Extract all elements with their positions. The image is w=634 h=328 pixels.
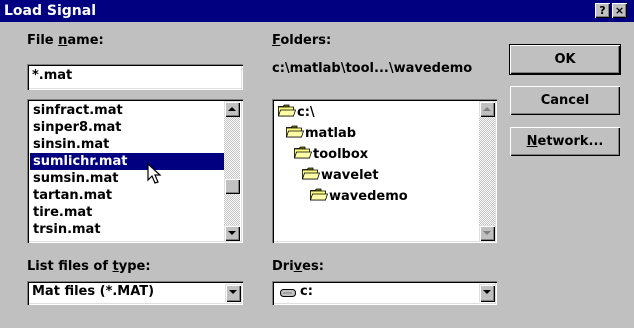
file-type-label: List files of type: — [27, 259, 151, 274]
folders-label: Folders: — [272, 33, 332, 48]
file-type-dropdown-button[interactable] — [225, 284, 241, 302]
folder-name: c:\ — [297, 105, 315, 120]
file-list-item[interactable]: trsin.mat — [30, 221, 225, 238]
cancel-button[interactable]: Cancel — [510, 86, 620, 115]
folder-tree-item[interactable]: wavelet — [301, 167, 379, 185]
scroll-down-button[interactable] — [224, 225, 240, 241]
file-list-item[interactable]: sumsin.mat — [30, 170, 225, 187]
arrow-up-icon — [228, 107, 236, 111]
folder-tree-item[interactable]: c:\ — [277, 104, 315, 122]
open-folder-icon — [285, 125, 305, 138]
folder-name: wavedemo — [329, 189, 408, 204]
close-button[interactable]: × — [612, 3, 627, 18]
folder-tree-item[interactable]: wavedemo — [309, 188, 408, 206]
file-list-item[interactable]: sumlichr.mat — [30, 153, 225, 170]
file-list-item[interactable]: sinsin.mat — [30, 136, 225, 153]
file-list[interactable]: sinfract.mat sinper8.mat sinsin.mat sumlich… — [27, 99, 243, 243]
folder-name: matlab — [305, 126, 357, 141]
arrow-down-icon — [228, 231, 236, 235]
open-folder-icon — [277, 104, 297, 117]
scroll-up-button[interactable] — [479, 101, 495, 117]
chevron-down-icon — [483, 290, 491, 294]
folder-tree-scrollbar[interactable] — [479, 101, 495, 241]
window-title: Load Signal — [4, 3, 96, 19]
file-list-item[interactable]: tartan.mat — [30, 187, 225, 204]
folder-tree[interactable]: c:\ matlab toolbox wavelet wavedemo — [272, 99, 497, 243]
mouse-pointer-icon — [147, 163, 162, 184]
arrow-up-icon — [483, 107, 491, 111]
open-folder-icon — [293, 146, 313, 159]
file-list-item[interactable]: sinfract.mat — [30, 102, 225, 119]
ok-button[interactable]: OK — [509, 44, 621, 75]
help-button[interactable]: ? — [595, 3, 610, 18]
drives-dropdown-button[interactable] — [479, 284, 495, 302]
file-list-scrollbar[interactable] — [224, 101, 240, 241]
title-bar: Load Signal ? × — [0, 0, 634, 22]
scroll-thumb[interactable] — [224, 178, 240, 194]
file-list-item[interactable]: sinper8.mat — [30, 119, 225, 136]
folder-name: wavelet — [321, 168, 379, 183]
scroll-down-button[interactable] — [479, 225, 495, 241]
scroll-up-button[interactable] — [224, 101, 240, 117]
open-folder-icon — [301, 167, 321, 180]
file-list-item[interactable]: tire.mat — [30, 204, 225, 221]
chevron-down-icon — [229, 290, 237, 294]
folder-tree-item[interactable]: matlab — [285, 125, 357, 143]
open-folder-icon — [309, 188, 329, 201]
folder-tree-item[interactable]: toolbox — [293, 146, 369, 164]
file-name-label: File name: — [27, 33, 104, 48]
arrow-down-icon — [483, 231, 491, 235]
network-button[interactable]: Network... — [510, 127, 620, 156]
drives-select[interactable]: c: — [272, 281, 497, 305]
drives-label: Drives: — [272, 259, 324, 274]
drive-icon — [280, 289, 296, 297]
file-name-input[interactable]: *.mat — [27, 64, 243, 90]
folder-name: toolbox — [313, 147, 369, 162]
current-path: c:\matlab\tool...\wavedemo — [272, 61, 473, 76]
file-type-select[interactable]: Mat files (*.MAT) — [27, 281, 243, 305]
